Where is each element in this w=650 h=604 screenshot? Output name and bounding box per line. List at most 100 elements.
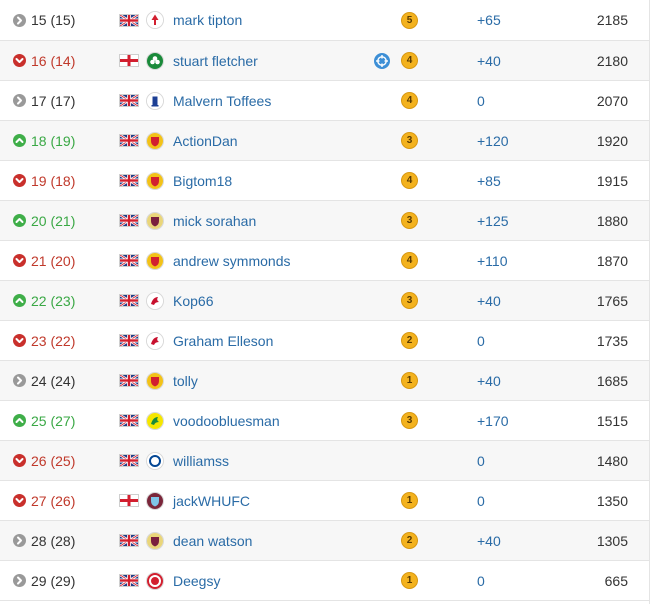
level-cell: 3	[401, 201, 419, 240]
crest-cell	[146, 121, 166, 160]
points-change-cell: +40	[477, 521, 557, 560]
uk-flag-icon	[119, 94, 139, 107]
table-row[interactable]: 28 (28) dean watson 2 +40 1305	[0, 521, 650, 561]
level-badge-icon: 1	[401, 572, 418, 589]
flag-cell	[119, 361, 139, 400]
points-change-cell: +40	[477, 361, 557, 400]
level-cell: 4	[401, 41, 419, 80]
position-cell: 18 (19)	[31, 121, 101, 160]
points-cell: 1480	[560, 441, 628, 480]
position-cell: 23 (22)	[31, 321, 101, 360]
points-cell: 1515	[560, 401, 628, 440]
flag-cell	[119, 321, 139, 360]
player-name-link[interactable]: Bigtom18	[173, 173, 232, 189]
player-name-link[interactable]: voodoobluesman	[173, 413, 280, 429]
table-row[interactable]: 22 (23) Kop66 3 +40 1765	[0, 281, 650, 321]
position-text: 19 (18)	[31, 172, 76, 189]
chevron-down-icon	[13, 254, 26, 267]
player-name-link[interactable]: ActionDan	[173, 133, 238, 149]
player-name-link[interactable]: Kop66	[173, 293, 213, 309]
level-badge-icon: 4	[401, 172, 418, 189]
chelsea-crest-icon	[146, 451, 164, 470]
points-total-text: 2070	[596, 92, 628, 109]
points-cell: 2180	[560, 41, 628, 80]
crest-cell	[146, 321, 166, 360]
west-ham-crest-icon	[146, 491, 164, 510]
level-badge-icon: 1	[401, 372, 418, 389]
crest-cell	[146, 561, 166, 600]
position-text: 17 (17)	[31, 92, 76, 109]
movement-cell	[13, 0, 27, 40]
level-badge-icon: 1	[401, 492, 418, 509]
movement-cell	[13, 441, 27, 480]
position-cell: 21 (20)	[31, 241, 101, 280]
points-cell: 665	[560, 561, 628, 600]
points-cell: 1305	[560, 521, 628, 560]
chevron-up-icon	[13, 294, 26, 307]
player-name-link[interactable]: jackWHUFC	[173, 493, 250, 509]
level-badge-icon: 5	[401, 11, 418, 29]
points-change-cell: 0	[477, 441, 557, 480]
crest-cell	[146, 161, 166, 200]
table-row[interactable]: 29 (29) Deegsy 1 0 665	[0, 561, 650, 601]
player-name-link[interactable]: andrew symmonds	[173, 253, 291, 269]
table-row[interactable]: 24 (24) tolly 1 +40 1685	[0, 361, 650, 401]
table-row[interactable]: 16 (14) stuart fletcher 4 +40 2180	[0, 41, 650, 81]
table-row[interactable]: 27 (26) jackWHUFC 1 0 1350	[0, 481, 650, 521]
position-cell: 27 (26)	[31, 481, 101, 520]
aston-villa-crest-icon	[146, 531, 164, 550]
position-cell: 24 (24)	[31, 361, 101, 400]
player-name-link[interactable]: stuart fletcher	[173, 53, 258, 69]
points-cell: 1765	[560, 281, 628, 320]
chevron-up-icon	[13, 214, 26, 227]
player-name-cell: dean watson	[173, 521, 373, 560]
table-row[interactable]: 25 (27) voodoobluesman 3 +170 1515	[0, 401, 650, 441]
table-row[interactable]: 18 (19) ActionDan 3 +120 1920	[0, 121, 650, 161]
movement-cell	[13, 201, 27, 240]
player-name-link[interactable]: tolly	[173, 373, 198, 389]
player-name-link[interactable]: mark tipton	[173, 12, 242, 28]
points-total-text: 1920	[596, 132, 628, 149]
aston-villa-crest-icon	[146, 211, 164, 230]
flag-cell	[119, 561, 139, 600]
table-row[interactable]: 20 (21) mick sorahan 3 +125 1880	[0, 201, 650, 241]
level-badge-icon: 4	[401, 252, 418, 269]
uk-flag-icon	[119, 534, 139, 547]
player-name-link[interactable]: Deegsy	[173, 573, 220, 589]
points-change-cell: +125	[477, 201, 557, 240]
level-cell: 4	[401, 81, 419, 120]
position-text: 18 (19)	[31, 132, 76, 149]
player-name-cell: williamss	[173, 441, 373, 480]
points-cell: 1915	[560, 161, 628, 200]
player-name-link[interactable]: Graham Elleson	[173, 333, 273, 349]
crest-cell	[146, 361, 166, 400]
chevron-down-icon	[13, 454, 26, 467]
points-change-cell: +120	[477, 121, 557, 160]
flag-cell	[119, 201, 139, 240]
position-cell: 29 (29)	[31, 561, 101, 600]
crest-cell	[146, 81, 166, 120]
table-row[interactable]: 19 (18) Bigtom18 4 +85 1915	[0, 161, 650, 201]
uk-flag-icon	[119, 134, 139, 147]
crest-cell	[146, 41, 166, 80]
england-flag-icon	[119, 494, 139, 507]
points-change-cell: +110	[477, 241, 557, 280]
crest-cell	[146, 401, 166, 440]
table-row[interactable]: 15 (15) mark tipton 5 +65 2185	[0, 0, 650, 41]
table-row[interactable]: 17 (17) Malvern Toffees 4 0 2070	[0, 81, 650, 121]
player-name-link[interactable]: dean watson	[173, 533, 252, 549]
player-name-link[interactable]: Malvern Toffees	[173, 93, 271, 109]
celtic-crest-icon	[146, 51, 164, 70]
points-change-cell: 0	[477, 321, 557, 360]
table-row[interactable]: 21 (20) andrew symmonds 4 +110 1870	[0, 241, 650, 281]
player-name-link[interactable]: williamss	[173, 453, 229, 469]
position-text: 22 (23)	[31, 292, 76, 309]
level-cell: 4	[401, 161, 419, 200]
table-row[interactable]: 26 (25) williamss 0 1480	[0, 441, 650, 481]
norwich-crest-icon	[146, 411, 164, 430]
player-name-cell: Graham Elleson	[173, 321, 373, 360]
movement-cell	[13, 561, 27, 600]
table-row[interactable]: 23 (22) Graham Elleson 2 0 1735	[0, 321, 650, 361]
position-cell: 17 (17)	[31, 81, 101, 120]
player-name-link[interactable]: mick sorahan	[173, 213, 256, 229]
